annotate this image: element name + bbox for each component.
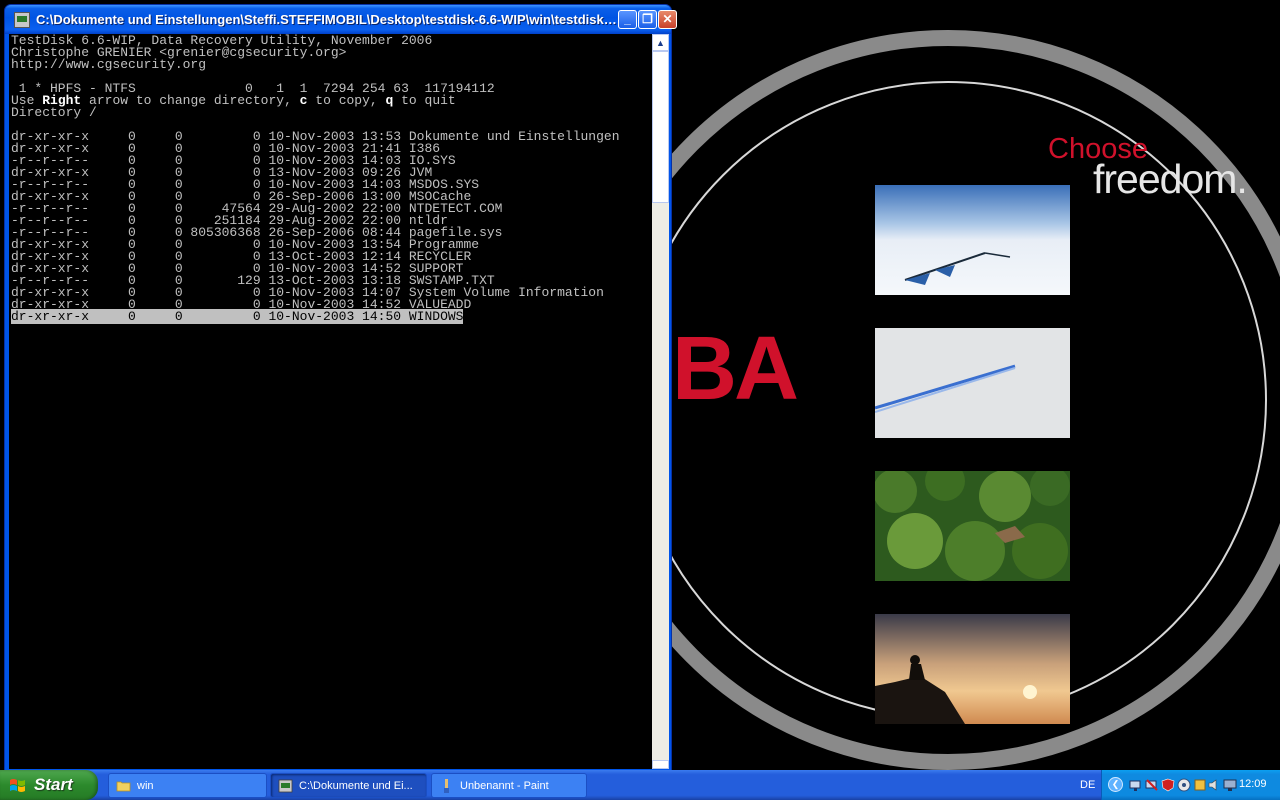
sunset-person-icon [875, 614, 1070, 724]
taskbar-button-label: win [137, 780, 154, 792]
window-titlebar[interactable]: C:\Dokumente und Einstellungen\Steffi.ST… [5, 5, 677, 34]
volume-icon[interactable] [1208, 778, 1222, 792]
console-header-line: http://www.cgsecurity.org [11, 57, 207, 72]
wallpaper-tagline-freedom: freedom. [1093, 156, 1248, 202]
network-icon[interactable] [1129, 778, 1143, 792]
console-window[interactable]: C:\Dokumente und Einstellungen\Steffi.ST… [4, 4, 677, 771]
console-icon [278, 779, 293, 793]
network-disconnected-icon[interactable] [1145, 778, 1159, 792]
minimize-button[interactable]: _ [618, 10, 637, 29]
scroll-up-icon[interactable]: ▲ [652, 34, 669, 51]
scroll-thumb[interactable] [652, 51, 669, 203]
console-output[interactable]: TestDisk 6.6-WIP, Data Recovery Utility,… [9, 34, 652, 769]
close-button[interactable]: ✕ [658, 10, 677, 29]
start-label: Start [34, 775, 73, 794]
directory-line: Directory / [11, 105, 97, 120]
taskbar-button-paint[interactable]: Unbenannt - Paint [431, 773, 587, 798]
window-title: C:\Dokumente und Einstellungen\Steffi.ST… [36, 12, 618, 27]
contrail-sky-icon [875, 328, 1070, 438]
vertical-scrollbar[interactable]: ▲ [652, 34, 669, 769]
scroll-down-icon[interactable] [652, 760, 669, 769]
taskbar-button-console[interactable]: C:\Dokumente und Ei... [270, 773, 427, 798]
wallpaper-logo-fragment: BA [672, 319, 799, 419]
selected-directory-entry[interactable]: dr-xr-xr-x 0 0 0 10-Nov-2003 14:50 WINDO… [11, 309, 464, 324]
start-button[interactable]: Start [0, 770, 98, 800]
taskbar-button-win[interactable]: win [108, 773, 267, 798]
maximize-button[interactable]: ❐ [638, 10, 657, 29]
snowfield-skis-icon [875, 185, 1070, 295]
antivirus-icon[interactable] [1177, 778, 1191, 792]
language-indicator[interactable]: DE [1080, 779, 1095, 791]
rainforest-hut-icon [875, 471, 1070, 581]
taskbar-button-label: Unbenannt - Paint [460, 780, 549, 792]
folder-icon [116, 781, 131, 792]
chevron-left-icon[interactable]: ❮ [1108, 777, 1123, 792]
taskbar: Start win C:\Dokumente und Ei... Unbenan… [0, 770, 1280, 800]
clock[interactable]: 12:09 [1239, 778, 1267, 790]
taskbar-button-label: C:\Dokumente und Ei... [299, 780, 413, 792]
windows-logo-icon [10, 779, 25, 792]
hardware-icon[interactable] [1193, 778, 1207, 792]
display-icon[interactable] [1223, 778, 1237, 792]
system-tray: ❮ 12:09 [1101, 770, 1280, 800]
console-icon[interactable] [14, 12, 30, 28]
security-shield-icon[interactable] [1161, 778, 1175, 792]
paint-icon [444, 779, 449, 793]
